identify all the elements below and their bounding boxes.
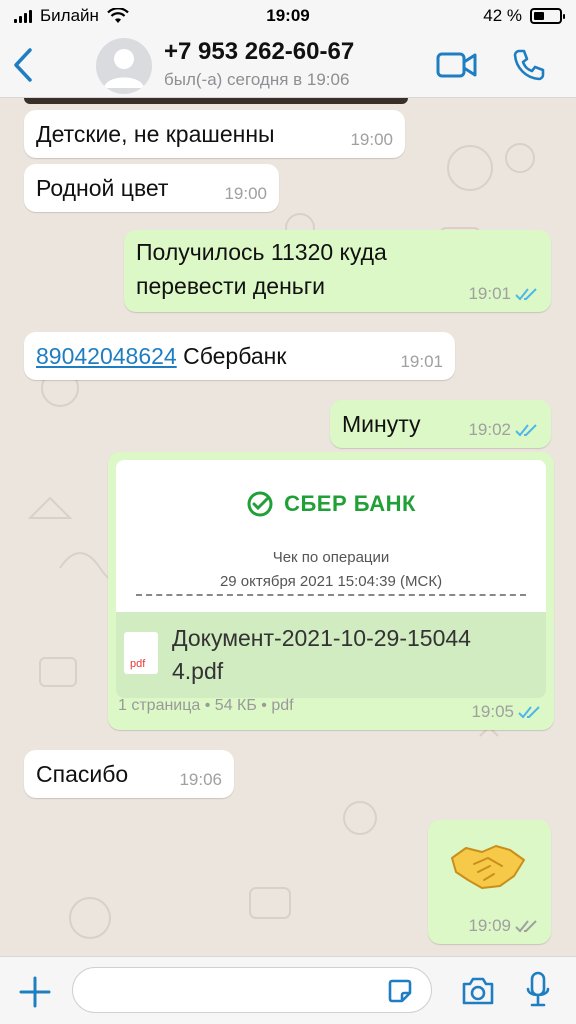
microphone-icon[interactable] <box>526 971 550 1009</box>
message-time: 19:02 <box>468 420 511 439</box>
back-icon[interactable] <box>10 46 38 84</box>
video-call-icon[interactable] <box>436 50 478 80</box>
sber-logo: СБЕР БАНК <box>116 488 546 520</box>
plus-icon[interactable] <box>18 975 52 1009</box>
message-text-line1: Получилось 11320 куда <box>136 239 387 265</box>
read-ticks-icon <box>515 424 537 437</box>
message-text-wrap: 89042048624 Сбербанк <box>36 340 286 372</box>
pdf-icon-label: pdf <box>130 658 146 670</box>
avatar-placeholder-icon <box>104 49 144 88</box>
outgoing-document-message[interactable]: СБЕР БАНК Чек по операции 29 октября 202… <box>108 452 554 730</box>
incoming-message[interactable]: Детские, не крашенны 19:00 <box>24 110 405 158</box>
phone-link[interactable]: 89042048624 <box>36 343 177 369</box>
pdf-file-icon: pdf <box>124 632 158 674</box>
divider <box>136 594 526 596</box>
incoming-message[interactable]: Спасибо 19:06 <box>24 750 234 798</box>
chat-area[interactable]: Детские, не крашенны 19:00 Родной цвет 1… <box>0 98 576 956</box>
incoming-message[interactable]: Родной цвет 19:00 <box>24 164 279 212</box>
message-text: Родной цвет <box>36 175 169 201</box>
message-time: 19:06 <box>179 770 222 789</box>
message-text-line2: перевести деньги <box>136 273 325 299</box>
message-text: Детские, не крашенны <box>36 121 275 147</box>
battery-percent: 42 % <box>483 6 522 25</box>
handshake-icon <box>451 845 525 889</box>
phone-call-icon[interactable] <box>512 48 546 82</box>
outgoing-message[interactable]: Минуту 19:02 <box>330 400 551 448</box>
document-filename: Документ-2021-10-29-15044 4.pdf <box>172 622 540 688</box>
outgoing-emoji-message[interactable]: 19:09 <box>428 820 551 944</box>
message-time: 19:09 <box>468 916 511 935</box>
message-input[interactable] <box>72 967 432 1013</box>
outgoing-message[interactable]: Получилось 11320 куда перевести деньги 1… <box>124 230 551 312</box>
status-bar: Билайн 19:09 42 % <box>0 0 576 32</box>
message-time-row: 19:05 <box>471 702 542 722</box>
message-text: Минуту <box>342 411 421 437</box>
message-time: 19:01 <box>468 284 511 303</box>
document-meta: 1 страница • 54 КБ • pdf <box>118 697 294 714</box>
document-preview[interactable]: СБЕР БАНК Чек по операции 29 октября 202… <box>116 460 546 698</box>
message-time: 19:00 <box>350 130 393 149</box>
message-time: 19:00 <box>224 184 267 203</box>
sticker-icon[interactable] <box>386 977 414 1005</box>
message-time: 19:01 <box>400 352 443 371</box>
contact-name[interactable]: +7 953 262-60-67 <box>164 38 354 66</box>
filename-line1: Документ-2021-10-29-15044 <box>172 625 471 651</box>
camera-icon[interactable] <box>460 975 496 1007</box>
image-message-edge <box>24 98 408 104</box>
sber-logo-icon <box>247 491 273 517</box>
read-ticks-icon <box>518 706 540 719</box>
last-seen-status: был(-а) сегодня в 19:06 <box>164 70 350 89</box>
incoming-message[interactable]: 89042048624 Сбербанк 19:01 <box>24 332 455 380</box>
message-time: 19:05 <box>471 702 514 721</box>
read-ticks-icon <box>515 288 537 301</box>
message-text: Спасибо <box>36 761 129 787</box>
battery-fill <box>534 12 545 20</box>
filename-line2: 4.pdf <box>172 658 224 684</box>
status-right: 42 % <box>483 6 565 26</box>
document-file[interactable]: pdf Документ-2021-10-29-15044 4.pdf <box>116 612 546 698</box>
input-bar <box>0 956 576 1024</box>
avatar[interactable] <box>96 38 152 94</box>
message-text: Сбербанк <box>183 343 287 369</box>
message-time-row: 19:02 <box>468 420 539 440</box>
message-time-row: 19:09 <box>468 916 539 936</box>
message-time-row: 19:01 <box>468 284 539 304</box>
chat-header: +7 953 262-60-67 был(-а) сегодня в 19:06 <box>0 32 576 98</box>
delivered-ticks-icon <box>515 920 537 933</box>
bank-name: СБЕР БАНК <box>284 491 416 516</box>
battery-icon <box>530 8 565 24</box>
